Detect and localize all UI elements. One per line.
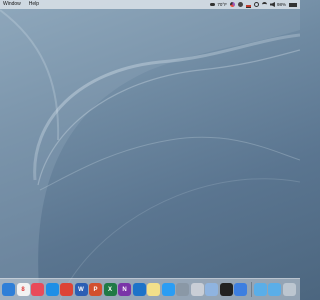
preview-icon[interactable] <box>190 283 204 296</box>
app-blue-icon[interactable] <box>234 283 247 296</box>
photo-icon[interactable] <box>31 283 44 296</box>
wifi-icon[interactable] <box>261 2 267 7</box>
dock-separator <box>250 282 252 297</box>
folder-icon[interactable] <box>253 283 267 296</box>
menu-help[interactable]: Help <box>29 0 39 9</box>
battery-percentage[interactable]: 98% <box>277 0 286 9</box>
menu-window[interactable]: Window <box>3 0 21 9</box>
menu-bar: Window Help 70°F 98% <box>0 0 300 9</box>
folder-icon-2[interactable] <box>268 283 281 296</box>
user-icon[interactable] <box>237 2 243 7</box>
terminal-icon[interactable] <box>219 283 233 296</box>
graph-icon[interactable] <box>245 1 251 8</box>
onenote-icon[interactable]: N <box>118 283 131 296</box>
dock: 8 WPXN <box>0 278 300 300</box>
pie-icon[interactable] <box>229 2 235 7</box>
appstore-icon[interactable] <box>161 283 175 296</box>
utility-icon[interactable] <box>176 283 189 296</box>
calendar-icon[interactable]: 8 <box>16 283 30 296</box>
status-area: 70°F 98% <box>207 0 297 9</box>
temperature-readout[interactable]: 70°F <box>217 0 227 9</box>
powerpoint-icon[interactable]: P <box>89 283 102 296</box>
gear-icon[interactable] <box>253 2 259 7</box>
volume-icon[interactable] <box>269 2 275 7</box>
chrome-icon[interactable] <box>60 283 73 296</box>
word-icon[interactable]: W <box>74 283 88 296</box>
outlook-icon[interactable] <box>132 283 146 296</box>
trash-icon[interactable] <box>282 283 296 296</box>
notes-icon[interactable] <box>147 283 160 296</box>
finder-icon[interactable] <box>2 283 15 296</box>
desktop-wallpaper <box>0 0 300 300</box>
app-icon[interactable] <box>205 283 218 296</box>
safari-icon[interactable] <box>45 283 59 296</box>
battery-icon[interactable] <box>289 2 297 7</box>
excel-icon[interactable]: X <box>103 283 117 296</box>
cloud-icon[interactable] <box>210 3 216 6</box>
